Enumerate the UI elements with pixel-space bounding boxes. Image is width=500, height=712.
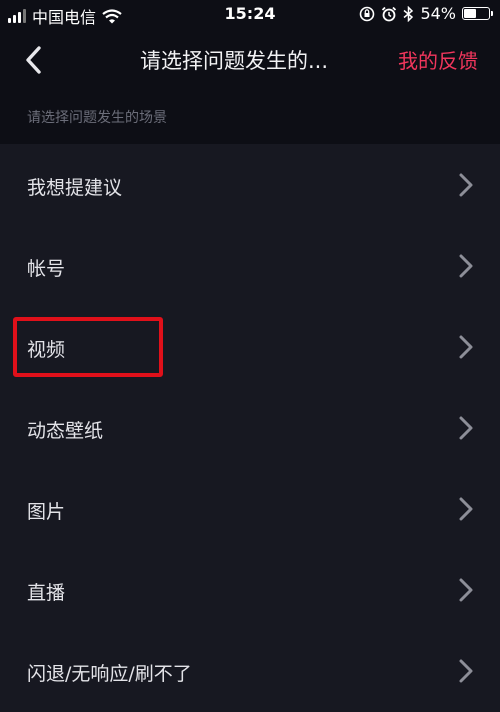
chevron-left-icon — [26, 46, 41, 74]
chevron-right-icon — [459, 497, 473, 521]
chevron-right-icon — [459, 659, 473, 683]
list-item-crash[interactable]: 闪退/无响应/刷不了 — [0, 631, 500, 712]
list-item-live-stream[interactable]: 直播 — [0, 550, 500, 631]
back-button[interactable] — [18, 42, 52, 78]
my-feedback-button[interactable]: 我的反馈 — [398, 45, 478, 74]
battery-fill — [464, 9, 477, 18]
list-item-label: 闪退/无响应/刷不了 — [27, 663, 192, 685]
status-right: 54% — [359, 4, 493, 23]
bluetooth-icon — [403, 5, 414, 22]
status-bar: 中国电信 15:24 54% — [0, 0, 500, 30]
chevron-right-icon — [459, 416, 473, 440]
chevron-right-icon — [459, 254, 473, 278]
list-item-live-wallpaper[interactable]: 动态壁纸 — [0, 388, 500, 469]
battery-icon — [462, 7, 493, 20]
list-item-suggestion[interactable]: 我想提建议 — [0, 145, 500, 226]
section-header-label: 请选择问题发生的场景 — [27, 110, 167, 126]
list-item-label: 直播 — [27, 582, 66, 604]
chevron-right-icon — [459, 335, 473, 359]
section-header: 请选择问题发生的场景 — [0, 90, 500, 144]
chevron-right-icon — [459, 173, 473, 197]
battery-percent: 54% — [420, 4, 456, 23]
list-item-label: 动态壁纸 — [27, 420, 104, 442]
list-item-label: 我想提建议 — [27, 177, 123, 199]
list-item-account[interactable]: 帐号 — [0, 226, 500, 307]
chevron-right-icon — [459, 578, 473, 602]
list-item-label: 帐号 — [27, 258, 66, 280]
list-item-video[interactable]: 视频 — [0, 307, 500, 388]
list-item-label: 视频 — [27, 339, 66, 361]
page-title: 请选择问题发生的... — [140, 49, 329, 73]
rotation-lock-icon — [360, 6, 375, 21]
list-item-image[interactable]: 图片 — [0, 469, 500, 550]
nav-bar: 请选择问题发生的... 我的反馈 — [0, 30, 500, 90]
list-item-label: 图片 — [27, 501, 66, 523]
alarm-icon — [382, 6, 397, 21]
scenario-list: 我想提建议 帐号 视频 动态壁纸 图片 直播 闪退/无响应/刷不了 — [0, 145, 500, 712]
